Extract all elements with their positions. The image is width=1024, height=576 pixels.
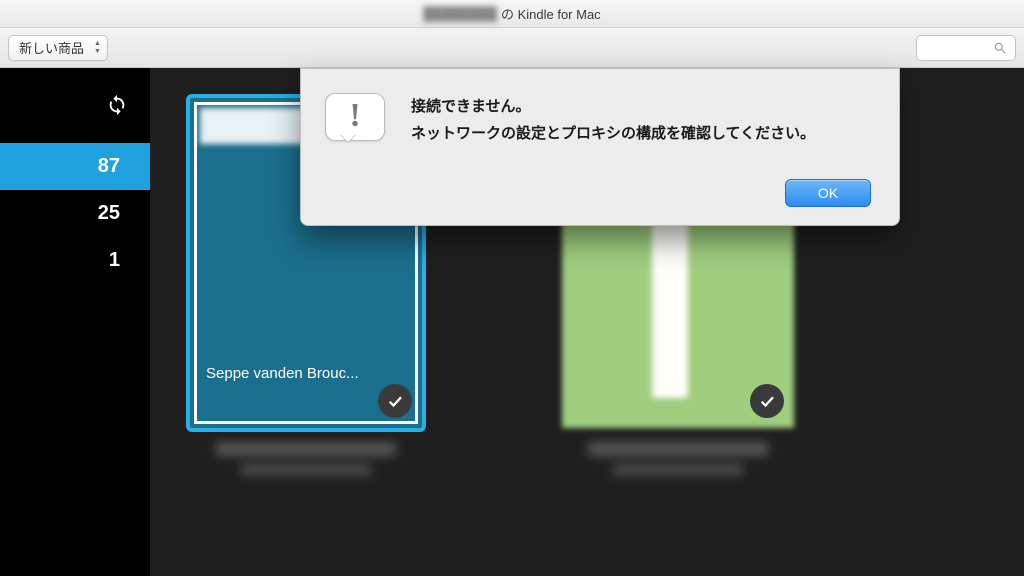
ok-button-label: OK [818,185,838,201]
window-titlebar: ████████ の Kindle for Mac [0,0,1024,28]
sort-dropdown-label: 新しい商品 [19,38,84,57]
search-input[interactable] [916,35,1016,61]
dialog-title: 接続できません。 [411,93,815,120]
book-meta-blurred [562,442,794,476]
titlebar-suffix: の Kindle for Mac [501,4,601,23]
dropdown-stepper-icon: ▲▼ [94,40,101,55]
sidebar-count-0: 87 [98,155,120,177]
alert-icon: ! [325,93,389,157]
titlebar-username-blurred: ████████ [423,6,497,21]
downloaded-badge [750,384,784,418]
dialog-message: 接続できません。 ネットワークの設定とプロキシの構成を確認してください。 [411,93,815,147]
error-dialog: ! 接続できません。 ネットワークの設定とプロキシの構成を確認してください。 O… [300,68,900,226]
sidebar-count-2: 1 [109,249,120,271]
sidebar-item-2[interactable]: 1 [0,237,150,284]
check-icon [386,392,404,410]
sync-row [0,94,150,121]
check-icon [758,392,776,410]
toolbar: 新しい商品 ▲▼ [0,28,1024,68]
search-icon [993,41,1007,55]
sort-dropdown[interactable]: 新しい商品 ▲▼ [8,35,108,61]
dialog-body-text: ネットワークの設定とプロキシの構成を確認してください。 [411,120,815,147]
book-meta-blurred [190,442,422,476]
downloaded-badge [378,384,412,418]
book-author: Seppe vanden Brouc... [206,365,406,382]
sync-icon[interactable] [106,94,128,121]
sidebar-count-1: 25 [98,202,120,224]
sidebar: 87 25 1 [0,68,150,576]
ok-button[interactable]: OK [785,179,871,207]
sidebar-item-1[interactable]: 25 [0,190,150,237]
sidebar-item-0[interactable]: 87 [0,143,150,190]
